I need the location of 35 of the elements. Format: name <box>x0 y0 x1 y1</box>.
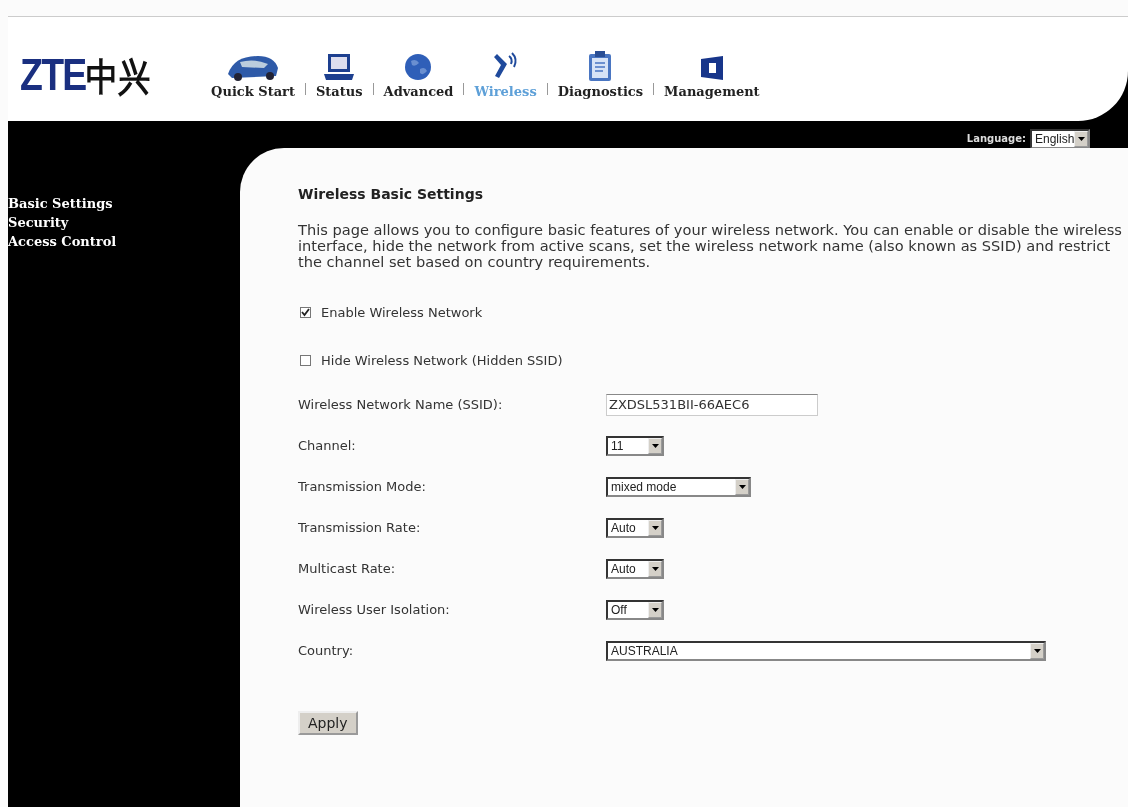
checkbox[interactable] <box>300 354 311 366</box>
nav-tab[interactable]: Quick Start <box>201 52 305 99</box>
sidebar-link[interactable]: Access Control <box>8 232 117 251</box>
field-label: Channel: <box>298 438 356 453</box>
globe-icon[interactable] <box>403 52 434 82</box>
nav-tab[interactable]: Advanced <box>373 52 464 99</box>
sidebar-link[interactable]: Security <box>8 213 69 232</box>
dropdown-select[interactable]: Off <box>606 599 664 620</box>
language-label: Language: <box>966 133 1026 144</box>
dropdown-select[interactable]: mixed mode <box>606 476 751 497</box>
nav-tab[interactable]: Diagnostics <box>547 50 654 99</box>
nav-tab[interactable]: Status <box>305 52 373 99</box>
field-label: Country: <box>298 643 354 658</box>
dropdown-select[interactable]: AUSTRALIA <box>606 640 1046 661</box>
page-description: This page allows you to configure basic features of your wireless network. You can enable or disable the wireless interface, hide the network from active scans, set the wireless network name (also known as SSID) and restrict the channel set based on country requirements. <box>298 222 1123 270</box>
dropdown-select[interactable]: Auto <box>606 517 664 538</box>
field-label: Wireless User Isolation: <box>298 602 450 617</box>
checkbox-label: Hide Wireless Network (Hidden SSID) <box>321 352 563 368</box>
field-label: Multicast Rate: <box>298 561 396 576</box>
dropdown-select[interactable]: 11 <box>606 435 664 456</box>
dropdown-select[interactable]: Auto <box>606 558 664 579</box>
sidebar-link[interactable]: Basic Settings <box>8 194 113 213</box>
logo: ZTE中兴 <box>20 50 151 101</box>
nav-tab[interactable]: Management <box>654 54 770 99</box>
clipboard-icon[interactable] <box>587 50 614 82</box>
field-label: Transmission Rate: <box>298 520 421 535</box>
checkbox[interactable] <box>300 306 311 318</box>
field-label: Wireless Network Name (SSID): <box>298 397 503 412</box>
field-label: Transmission Mode: <box>298 479 426 494</box>
language-select[interactable]: English <box>1030 128 1090 149</box>
apply-button[interactable]: Apply <box>298 711 358 735</box>
laptop-icon[interactable] <box>322 52 357 82</box>
page-title: Wireless Basic Settings <box>298 186 483 202</box>
ssid-field[interactable]: ZXDSL531BII-66AEC6 <box>606 393 818 416</box>
checkbox-label: Enable Wireless Network <box>321 304 483 320</box>
